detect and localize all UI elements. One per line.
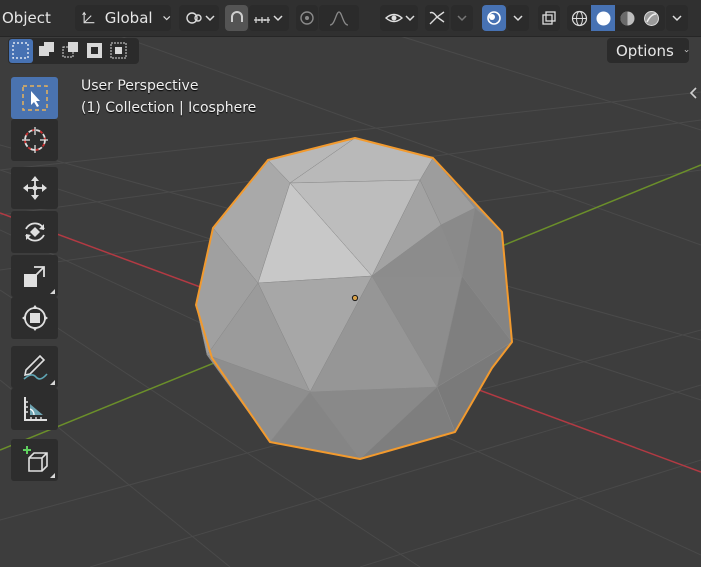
shading-mode-group — [567, 5, 665, 31]
material-sphere-icon — [620, 11, 634, 25]
eye-icon — [384, 13, 404, 23]
selection-mode-bar — [8, 38, 139, 64]
tool-rotate[interactable] — [11, 211, 58, 253]
tool-transform[interactable] — [11, 297, 58, 339]
tool-move[interactable] — [11, 167, 58, 209]
tool-cursor[interactable] — [11, 119, 58, 161]
overlays-icon — [487, 11, 501, 25]
proportional-editing-toggle[interactable] — [296, 5, 318, 31]
measure-ruler-icon — [23, 397, 47, 421]
rendered-shading-button[interactable] — [639, 5, 663, 31]
viewport-header: Object Global — [0, 0, 701, 37]
mode-selector[interactable]: Object — [0, 5, 66, 31]
overlays-toggle[interactable] — [482, 5, 506, 31]
wireframe-shading-button[interactable] — [567, 5, 591, 31]
gizmo-toggle[interactable] — [425, 5, 449, 31]
select-box-icon — [21, 85, 48, 111]
orientation-label: Global — [104, 9, 153, 27]
chevron-down-icon — [162, 16, 170, 21]
chevron-down-icon — [405, 15, 415, 22]
falloff-dropdown[interactable] — [319, 5, 359, 31]
snap-toggle[interactable] — [225, 5, 248, 31]
object-origin-dot — [351, 294, 359, 302]
add-cube-icon — [22, 446, 48, 472]
wireframe-sphere-icon — [571, 10, 587, 26]
snap-target-dropdown[interactable] — [249, 5, 289, 31]
options-dropdown[interactable]: Options — [607, 38, 689, 63]
tool-add-cube[interactable] — [11, 439, 58, 481]
proportional-editing-icon — [300, 11, 314, 25]
options-label: Options — [616, 41, 674, 60]
tool-select-box[interactable] — [11, 77, 58, 119]
select-new-icon[interactable] — [9, 39, 33, 63]
pencil-icon — [22, 354, 48, 380]
icosphere-object[interactable] — [195, 137, 513, 460]
transform-orientation-icon — [82, 11, 95, 24]
chevron-down-icon — [684, 49, 689, 52]
magnet-icon — [230, 11, 243, 22]
mode-label: Object — [2, 9, 51, 27]
select-extend-icon[interactable] — [39, 42, 54, 56]
solid-sphere-icon — [596, 11, 610, 25]
pivot-point-dropdown[interactable] — [179, 5, 219, 31]
material-shading-button[interactable] — [615, 5, 639, 31]
chevron-down-icon — [513, 15, 523, 22]
orientation-dropdown[interactable]: Global — [75, 5, 171, 31]
gizmo-dropdown[interactable] — [451, 5, 473, 31]
overlays-dropdown[interactable] — [507, 5, 529, 31]
xray-icon — [542, 11, 556, 25]
solid-shading-button[interactable] — [591, 5, 615, 31]
tool-scale[interactable] — [11, 255, 58, 297]
rotate-icon — [24, 222, 45, 242]
falloff-curve-icon — [329, 11, 349, 26]
tool-annotate[interactable] — [11, 346, 58, 388]
snap-increment-icon — [254, 17, 270, 23]
scale-icon — [23, 266, 45, 287]
3d-cursor-icon — [21, 127, 48, 153]
sidebar-toggle-icon[interactable] — [689, 86, 699, 100]
xray-toggle[interactable] — [538, 5, 560, 31]
3d-viewport[interactable]: User Perspective (1) Collection | Icosph… — [0, 0, 701, 567]
collection-info-label: (1) Collection | Icosphere — [81, 100, 257, 116]
pivot-link-icon — [186, 12, 202, 24]
chevron-down-icon — [457, 15, 467, 22]
move-arrows-icon — [22, 176, 47, 200]
visibility-dropdown[interactable] — [380, 5, 418, 31]
rendered-sphere-icon — [643, 10, 659, 26]
select-intersect-icon[interactable] — [110, 42, 127, 59]
chevron-down-icon — [672, 15, 682, 22]
chevron-down-icon — [273, 15, 283, 22]
view-name-label: User Perspective — [81, 78, 199, 94]
select-subtract-icon[interactable] — [62, 42, 78, 58]
transform-icon — [21, 305, 48, 331]
tool-measure[interactable] — [11, 388, 58, 430]
chevron-down-icon — [205, 15, 215, 22]
select-invert-icon[interactable] — [87, 43, 102, 58]
gizmo-icon — [429, 11, 445, 25]
shading-dropdown[interactable] — [666, 5, 688, 31]
